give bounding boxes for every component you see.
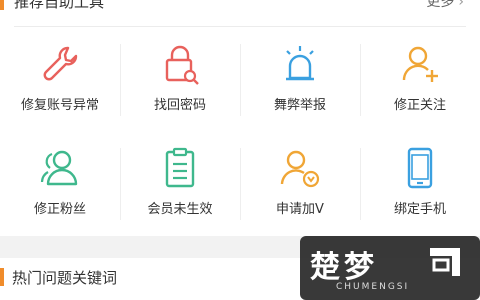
- tool-apply-verified[interactable]: 申请加V: [240, 132, 360, 236]
- tool-label: 修正关注: [393, 98, 446, 113]
- section-header: 推荐自助工具 更多 ›: [0, 0, 480, 24]
- tool-fix-fans[interactable]: 修正粉丝: [0, 132, 120, 236]
- more-link[interactable]: 更多 ›: [426, 0, 464, 12]
- tool-fix-follows[interactable]: 修正关注: [360, 28, 480, 132]
- tool-bind-phone[interactable]: 绑定手机: [360, 132, 480, 236]
- watermark-text: 楚梦: [310, 250, 378, 285]
- alarm-light-icon: [286, 46, 314, 81]
- watermark: 楚梦 CHUMENGSI: [300, 236, 480, 300]
- divider: [14, 26, 466, 27]
- tool-label: 申请加V: [276, 202, 324, 217]
- section-title: 推荐自助工具: [14, 0, 105, 11]
- watermark-logo-icon: [430, 248, 460, 276]
- tool-label: 绑定手机: [393, 202, 446, 217]
- wrench-icon: [43, 46, 78, 81]
- tool-repair-account[interactable]: 修复账号异常: [0, 28, 120, 132]
- add-user-icon: [402, 46, 438, 82]
- tools-grid: 修复账号异常 找回密码 舞弊举报 修正关注 修正粉丝 会员未生效 申请加V 绑定…: [0, 28, 480, 236]
- tool-fraud-report[interactable]: 舞弊举报: [240, 28, 360, 132]
- section-accent-bar: [0, 268, 4, 286]
- watermark-subtext: CHUMENGSI: [336, 282, 410, 292]
- phone-icon: [407, 147, 433, 189]
- tool-label: 会员未生效: [147, 202, 213, 217]
- chevron-right-icon: ›: [458, 0, 464, 10]
- users-icon: [40, 150, 78, 186]
- tool-label: 修复账号异常: [20, 98, 99, 113]
- tool-membership-inactive[interactable]: 会员未生效: [120, 132, 240, 236]
- verified-user-icon: [280, 150, 320, 188]
- tool-recover-password[interactable]: 找回密码: [120, 28, 240, 132]
- hot-questions-title: 热门问题关键词: [12, 269, 118, 287]
- clipboard-icon: [165, 147, 195, 188]
- lock-icon: [165, 45, 199, 85]
- tool-label: 舞弊举报: [273, 98, 326, 113]
- more-label[interactable]: 更多: [426, 0, 454, 10]
- section-accent-bar: [0, 0, 4, 10]
- tool-label: 修正粉丝: [33, 202, 86, 217]
- tool-label: 找回密码: [153, 98, 206, 113]
